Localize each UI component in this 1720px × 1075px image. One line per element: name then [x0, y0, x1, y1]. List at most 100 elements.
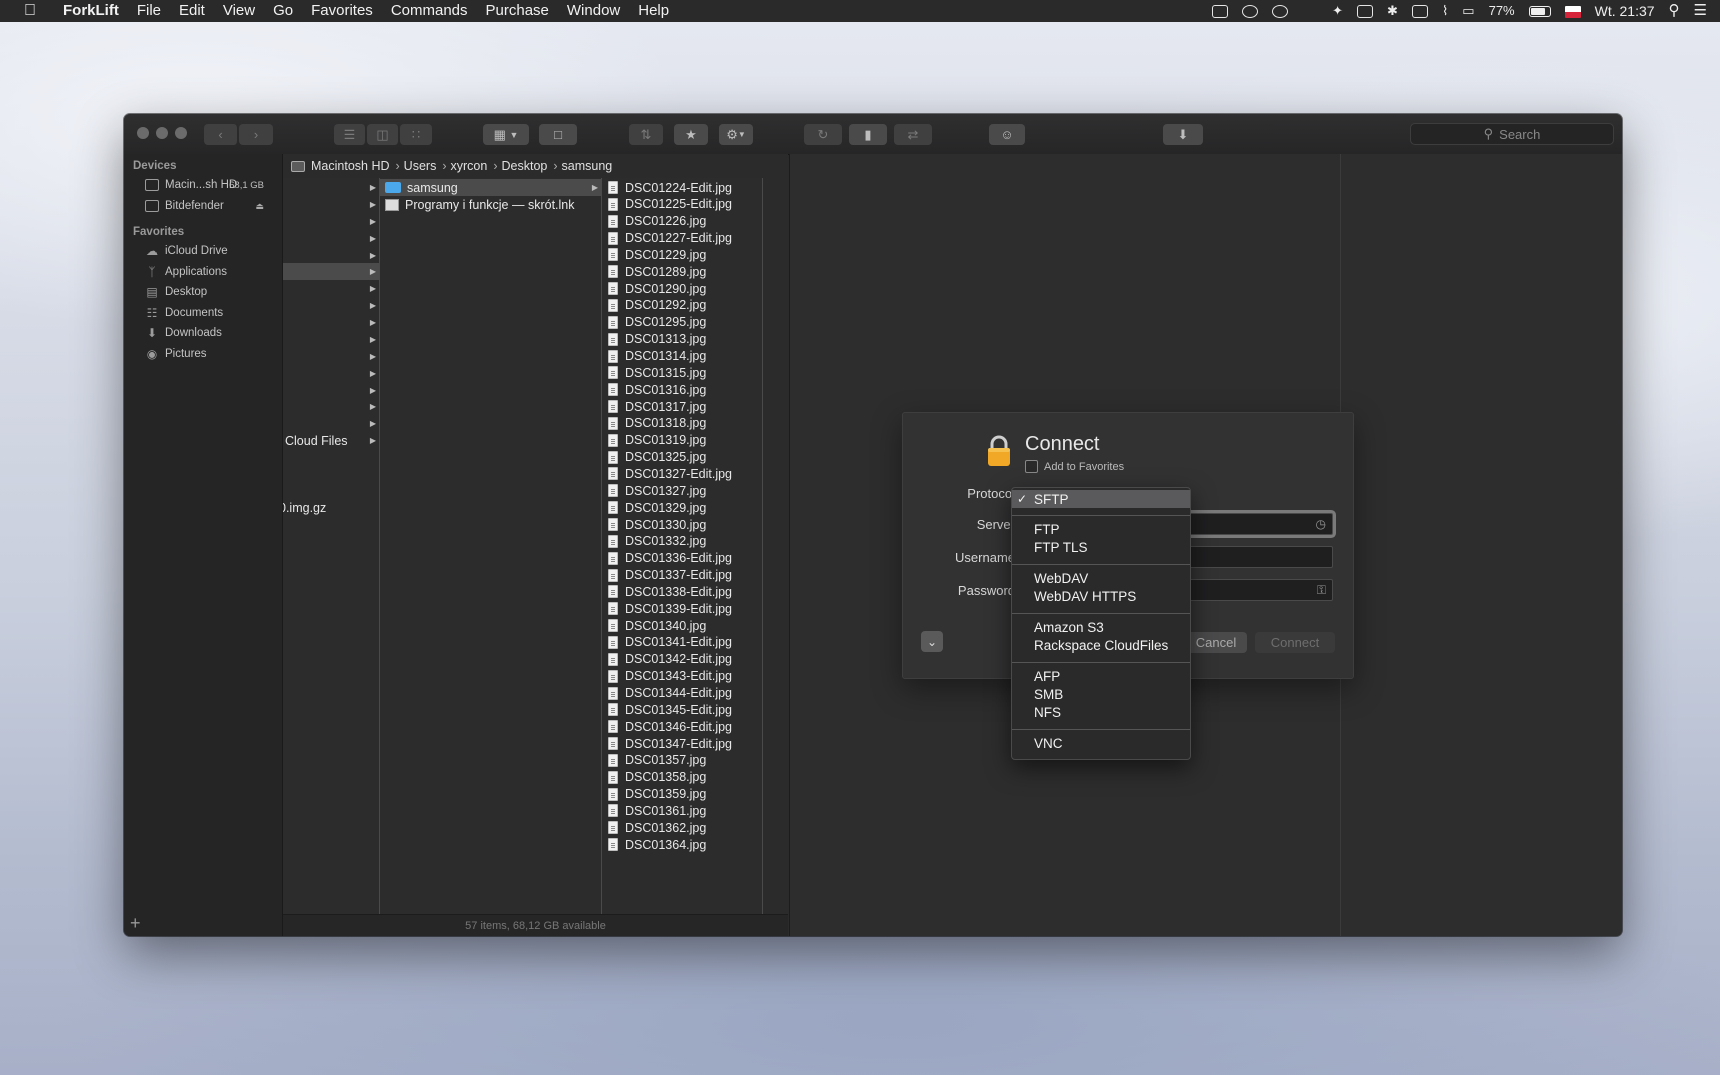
file-list-item[interactable]: DSC01313.jpg — [602, 331, 762, 348]
bluetooth-icon[interactable]: ✱ — [1380, 0, 1405, 22]
notification-center-icon[interactable]: ☰ — [1687, 0, 1714, 22]
key-icon[interactable]: ⚿ — [1317, 583, 1326, 598]
protocol-option-webdav-https[interactable]: WebDAV HTTPS — [1012, 587, 1190, 605]
protocol-option-rackspace[interactable]: Rackspace CloudFiles — [1012, 636, 1190, 654]
file-list-item[interactable]: DSC01364.jpg — [602, 836, 762, 853]
file-list-item[interactable]: DSC01325.jpg — [602, 449, 762, 466]
file-list-item[interactable]: DSC01314.jpg — [602, 348, 762, 365]
password-field[interactable]: ⚿ — [1185, 579, 1333, 601]
protocol-option-smb[interactable]: SMB — [1012, 685, 1190, 703]
file-list-item[interactable]: DSC01332.jpg — [602, 533, 762, 550]
file-list-item[interactable]: DSC01289.jpg — [602, 263, 762, 280]
file-list-item[interactable]: DSC01337-Edit.jpg — [602, 567, 762, 584]
creative-cloud-icon[interactable] — [1265, 0, 1295, 22]
list-item-shortcut[interactable]: Programy i funkcje — skrót.lnk — [380, 196, 601, 213]
menu-commands[interactable]: Commands — [382, 0, 477, 22]
file-list-item[interactable]: DSC01317.jpg — [602, 398, 762, 415]
refresh-button[interactable]: ↻ — [804, 124, 842, 145]
file-list-item[interactable]: DSC01338-Edit.jpg — [602, 583, 762, 600]
browser-column-3[interactable]: DSC01224-Edit.jpg DSC01225-Edit.jpg DSC012… — [602, 178, 762, 914]
minimize-window-button[interactable] — [156, 127, 168, 139]
list-item-img-file[interactable]: 0.img.gz — [283, 499, 379, 516]
list-item[interactable]: ▶ — [283, 297, 379, 314]
sidebar-item-applications[interactable]: ᛉ Applications — [144, 262, 274, 282]
clock-history-icon[interactable]: ◷ — [1316, 517, 1326, 531]
eject-icon[interactable]: ⏏ — [255, 201, 264, 212]
menu-help[interactable]: Help — [629, 0, 678, 22]
menu-window[interactable]: Window — [558, 0, 629, 22]
terminal-button[interactable]: ▮ — [849, 124, 887, 145]
back-button[interactable]: ‹ — [204, 124, 238, 145]
list-item[interactable]: ▶ — [283, 179, 379, 196]
zoom-window-button[interactable] — [175, 127, 187, 139]
breadcrumb-item[interactable]: Macintosh HD — [311, 159, 394, 173]
column-divider[interactable] — [762, 178, 763, 914]
list-item[interactable]: ▶ — [283, 348, 379, 365]
menu-purchase[interactable]: Purchase — [477, 0, 558, 22]
protocol-option-nfs[interactable]: NFS — [1012, 703, 1190, 721]
protocol-option-ftp[interactable]: FTP — [1012, 520, 1190, 538]
file-list-item[interactable]: DSC01329.jpg — [602, 499, 762, 516]
menu-go[interactable]: Go — [264, 0, 302, 22]
disclosure-button[interactable]: ⌄ — [921, 631, 943, 652]
group-by-dropdown[interactable]: ▦ ▼ — [483, 124, 529, 145]
file-list-item[interactable]: DSC01315.jpg — [602, 364, 762, 381]
connect-button[interactable]: Connect — [1255, 632, 1335, 653]
spotlight-search-icon[interactable]: ⚲ — [1662, 0, 1687, 22]
forward-button[interactable]: › — [239, 124, 273, 145]
menu-file[interactable]: File — [128, 0, 170, 22]
file-list-item[interactable]: DSC01316.jpg — [602, 381, 762, 398]
file-list-item[interactable]: DSC01318.jpg — [602, 415, 762, 432]
breadcrumb-item[interactable]: Users — [404, 159, 441, 173]
list-view-button[interactable]: ☰ — [334, 124, 366, 145]
file-list-item[interactable]: DSC01342-Edit.jpg — [602, 651, 762, 668]
breadcrumb-item[interactable]: samsung — [562, 159, 617, 173]
new-file-button[interactable]: □ — [539, 124, 577, 145]
list-item[interactable]: ▶ — [283, 196, 379, 213]
file-list-item[interactable]: DSC01229.jpg — [602, 246, 762, 263]
app-menu[interactable]: ForkLift — [54, 0, 128, 22]
sidebar-item-documents[interactable]: ☷ Documents — [144, 303, 274, 323]
browser-column-1[interactable]: ▶ ▶ ▶ ▶ ▶ ▶ ▶ ▶ ▶ ▶ ▶ ▶ ▶ ▶ ▶ Cloud File… — [283, 178, 379, 914]
feedback-button[interactable]: ☺ — [989, 124, 1025, 145]
wifi-icon[interactable]: ⌇ — [1435, 0, 1455, 22]
file-list-item[interactable]: DSC01319.jpg — [602, 432, 762, 449]
file-list-item[interactable]: DSC01295.jpg — [602, 314, 762, 331]
protocol-option-vnc[interactable]: VNC — [1012, 734, 1190, 752]
column-view-button[interactable]: ◫ — [367, 124, 399, 145]
menu-edit[interactable]: Edit — [170, 0, 214, 22]
transfers-button[interactable]: ⬇ — [1163, 124, 1203, 145]
favorites-button[interactable]: ★ — [674, 124, 708, 145]
printer-status-icon[interactable] — [1205, 0, 1235, 22]
list-item[interactable]: ▶ — [283, 331, 379, 348]
input-source-flag-icon[interactable] — [1558, 0, 1588, 22]
sidebar-item-bitdefender[interactable]: Bitdefender ⏏ — [144, 196, 274, 216]
file-list-item[interactable]: DSC01327.jpg — [602, 482, 762, 499]
icon-view-button[interactable]: ∷ — [400, 124, 432, 145]
list-item[interactable]: ▶ — [283, 314, 379, 331]
protocol-option-afp[interactable]: AFP — [1012, 667, 1190, 685]
file-list-item[interactable]: DSC01344-Edit.jpg — [602, 685, 762, 702]
battery-percent[interactable]: 77% — [1482, 0, 1522, 22]
compare-button[interactable]: ⇄ — [894, 124, 932, 145]
file-list-item[interactable]: DSC01358.jpg — [602, 769, 762, 786]
add-to-favorites-checkbox[interactable]: Add to Favorites — [1025, 460, 1124, 473]
close-window-button[interactable] — [137, 127, 149, 139]
list-item[interactable]: ▶ — [283, 415, 379, 432]
file-list-item[interactable]: DSC01226.jpg — [602, 213, 762, 230]
sidebar-item-macintosh-hd[interactable]: Macin...sh HD 68,1 GB — [144, 175, 274, 195]
file-list-item[interactable]: DSC01339-Edit.jpg — [602, 600, 762, 617]
list-item-cloud-files[interactable]: Cloud Files ▶ — [283, 432, 379, 449]
list-item[interactable]: ▶ — [283, 365, 379, 382]
clock[interactable]: Wt. 21:37 — [1588, 0, 1662, 22]
tools-icon[interactable]: ✦ — [1325, 0, 1350, 22]
file-list-item[interactable]: DSC01330.jpg — [602, 516, 762, 533]
file-list-item[interactable]: DSC01292.jpg — [602, 297, 762, 314]
b-status-icon[interactable] — [1350, 0, 1380, 22]
server-field[interactable]: ◷ — [1185, 513, 1333, 535]
breadcrumb-item[interactable]: Desktop — [502, 159, 552, 173]
list-item-samsung-folder[interactable]: samsung ▶ — [380, 179, 601, 196]
sync-button[interactable]: ⇅ — [629, 124, 663, 145]
file-list-item[interactable]: DSC01290.jpg — [602, 280, 762, 297]
file-list-item[interactable]: DSC01346-Edit.jpg — [602, 718, 762, 735]
